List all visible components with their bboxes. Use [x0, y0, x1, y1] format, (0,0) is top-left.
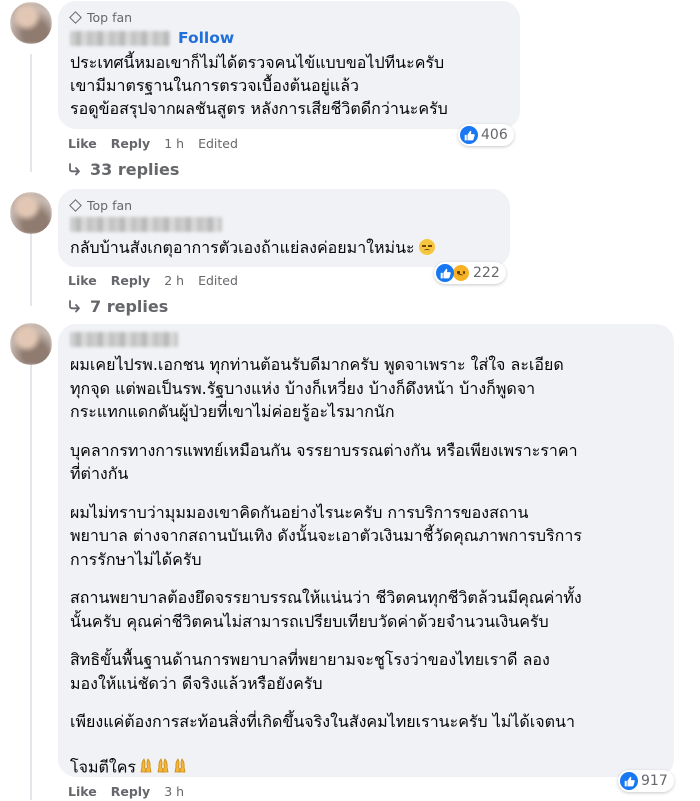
diamond-badge-icon [69, 10, 82, 24]
pensive-emoji-icon [418, 239, 435, 255]
comment-paragraph: สถานพยาบาลต้องยึดจรรยาบรรณให้แน่นว่า ชีว… [70, 588, 582, 631]
badge-label: Top fan [87, 197, 133, 213]
comment-bubble: Top fan กลับบ้านสังเกตุอาการตัวเองถ้าแย่… [58, 189, 510, 267]
comment-bubble: Top fan Follow ประเทศนี้หมอเขาก็ไม่ได้ตร… [58, 1, 520, 129]
comment-paragraph: บุคลากรทางการแพทย์เหมือนกัน จรรยาบรรณต่า… [70, 440, 578, 484]
reply-arrow-icon [69, 162, 80, 175]
reaction-count[interactable]: 917 [618, 770, 674, 792]
comment-paragraph: ประเทศนี้หมอเขาก็ไม่ได้ตรวจคนไข้แบบขอไปท… [70, 53, 448, 118]
author-name[interactable] [70, 30, 170, 46]
comment-paragraph: ผมไม่ทราบว่ามุมมองเขาคิดกันอย่างไรนะครับ… [70, 502, 582, 569]
like-reaction-icon [620, 772, 638, 790]
comment-text: ประเทศนี้หมอเขาก็ไม่ได้ตรวจคนไข้แบบขอไปท… [70, 51, 508, 120]
like-reaction-icon [436, 264, 454, 282]
reply-button[interactable]: Reply [111, 784, 150, 799]
thread-connector [30, 364, 32, 800]
comment-paragraph: สิทธิขั้นพื้นฐานด้านการพยาบาลที่พยายามจะ… [70, 650, 550, 693]
reaction-count-label: 917 [641, 773, 668, 789]
thread-connector [30, 54, 32, 172]
reply-button[interactable]: Reply [111, 273, 150, 288]
diamond-badge-icon [69, 198, 82, 212]
view-replies-button[interactable]: 7 replies [68, 297, 168, 316]
top-fan-badge: Top fan [69, 197, 498, 213]
author-name[interactable] [70, 216, 222, 232]
timestamp[interactable]: 1 h [164, 136, 184, 151]
follow-button[interactable]: Follow [178, 29, 234, 47]
edited-label: Edited [198, 136, 238, 151]
avatar[interactable] [10, 323, 52, 365]
comment-paragraph: กลับบ้านสังเกตุอาการตัวเองถ้าแย่ลงค่อยมา… [70, 238, 415, 257]
like-reaction-icon [460, 126, 478, 144]
view-replies-button[interactable]: 33 replies [68, 160, 179, 179]
comment-text: ผมเคยไปรพ.เอกชน ทุกท่านต้อนรับดีมากครับ … [70, 353, 662, 781]
replies-label: 33 replies [90, 160, 180, 179]
comment-actions: Like Reply 2 h Edited [68, 273, 238, 288]
comment-actions: Like Reply 3 h [68, 784, 184, 799]
reply-button[interactable]: Reply [111, 136, 150, 151]
comment-paragraph-last: เพียงแค่ต้องการสะท้อนสิ่งที่เกิดขึ้นจริง… [70, 710, 662, 781]
comment-bubble: ผมเคยไปรพ.เอกชน ทุกท่านต้อนรับดีมากครับ … [58, 324, 674, 777]
like-button[interactable]: Like [68, 136, 97, 151]
comment-text: กลับบ้านสังเกตุอาการตัวเองถ้าแย่ลงค่อยมา… [70, 236, 498, 259]
reaction-count[interactable]: 406 [458, 124, 514, 146]
edited-label: Edited [198, 273, 238, 288]
comment-actions: Like Reply 1 h Edited [68, 136, 238, 151]
praying-hands-icon [138, 734, 190, 781]
thread-connector [30, 226, 32, 306]
avatar[interactable] [10, 192, 52, 234]
like-button[interactable]: Like [68, 273, 97, 288]
reply-arrow-icon [69, 299, 80, 312]
timestamp[interactable]: 3 h [164, 784, 184, 799]
timestamp[interactable]: 2 h [164, 273, 184, 288]
reaction-count-label: 406 [481, 127, 508, 143]
badge-label: Top fan [87, 9, 133, 25]
like-button[interactable]: Like [68, 784, 97, 799]
avatar[interactable] [10, 2, 52, 44]
comment-paragraph: ผมเคยไปรพ.เอกชน ทุกท่านต้อนรับดีมากครับ … [70, 355, 564, 421]
top-fan-badge: Top fan [69, 9, 508, 25]
reaction-count-label: 222 [473, 265, 500, 281]
replies-label: 7 replies [90, 297, 169, 316]
author-name[interactable] [70, 331, 178, 347]
sad-reaction-icon [452, 264, 470, 282]
reaction-count[interactable]: 222 [434, 262, 506, 284]
